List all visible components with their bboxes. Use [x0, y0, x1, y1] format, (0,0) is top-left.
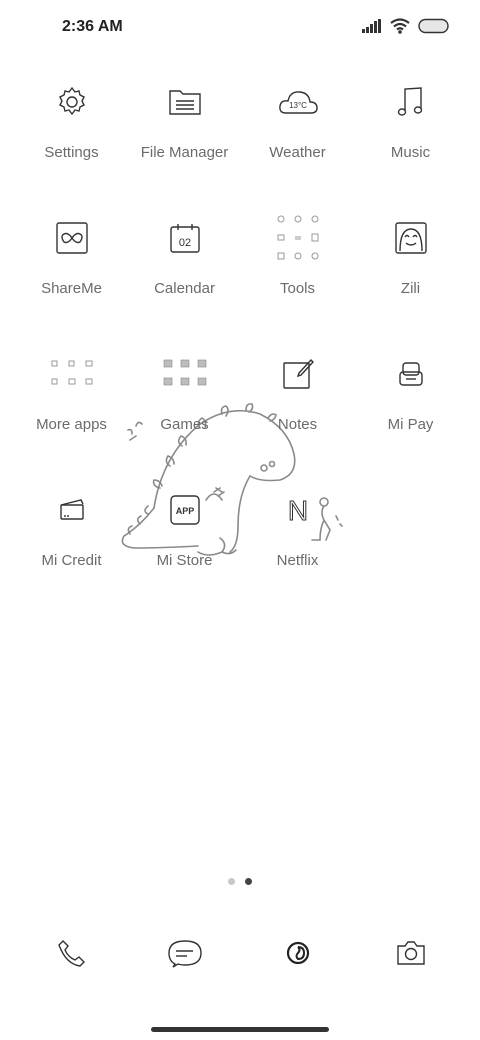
app-mi-pay[interactable]: Mi Pay [354, 344, 467, 480]
apps-folder-icon [42, 344, 102, 404]
credit-card-icon [42, 480, 102, 540]
app-notes[interactable]: Notes [241, 344, 354, 480]
music-note-icon [381, 72, 441, 132]
cloud-icon: 13°C [268, 72, 328, 132]
app-settings[interactable]: Settings [15, 72, 128, 208]
dock-browser[interactable] [241, 930, 354, 980]
page-dot-1[interactable] [228, 878, 235, 885]
app-label: File Manager [140, 144, 229, 161]
status-icons [362, 18, 450, 34]
app-tools[interactable]: Tools [241, 208, 354, 344]
infinity-icon [42, 208, 102, 268]
phone-icon [56, 937, 88, 974]
app-label: ShareMe [41, 280, 102, 297]
app-netflix[interactable]: N Netflix [241, 480, 354, 616]
dock [15, 930, 467, 980]
app-music[interactable]: Music [354, 72, 467, 208]
app-label: Netflix [276, 552, 319, 569]
netflix-letter: N [287, 495, 307, 526]
app-zili[interactable]: Zili [354, 208, 467, 344]
camera-icon [395, 938, 427, 973]
app-games[interactable]: Games [128, 344, 241, 480]
chat-bubble-icon [167, 937, 203, 974]
app-label: Mi Pay [387, 416, 434, 433]
app-label: Games [160, 416, 209, 433]
app-weather[interactable]: 13°C Weather [241, 72, 354, 208]
app-file-manager[interactable]: File Manager [128, 72, 241, 208]
app-label: Zili [400, 280, 421, 297]
app-more-apps[interactable]: More apps [15, 344, 128, 480]
app-label: Mi Credit [41, 552, 102, 569]
status-bar: 2:36 AM [0, 0, 480, 56]
app-grid: Settings File Manager 13°C Weather Music… [15, 72, 467, 616]
app-label: Music [390, 144, 431, 161]
home-indicator[interactable] [151, 1027, 329, 1032]
store-app-text: APP [175, 506, 194, 516]
calendar-icon: 02 [155, 208, 215, 268]
cellular-signal-icon [362, 19, 382, 33]
app-mi-store[interactable]: APP Mi Store [128, 480, 241, 616]
face-icon [381, 208, 441, 268]
wifi-icon [390, 18, 410, 34]
weather-temp: 13°C [289, 101, 307, 110]
netflix-n-icon: N [268, 480, 328, 540]
wallet-icon [381, 344, 441, 404]
status-time: 2:36 AM [62, 18, 123, 35]
app-label: Tools [279, 280, 316, 297]
games-folder-icon [155, 344, 215, 404]
app-mi-credit[interactable]: Mi Credit [15, 480, 128, 616]
dock-camera[interactable] [354, 930, 467, 980]
dock-messages[interactable] [128, 930, 241, 980]
app-label: Mi Store [156, 552, 213, 569]
app-label: Notes [277, 416, 318, 433]
note-pen-icon [268, 344, 328, 404]
app-label: More apps [36, 416, 107, 433]
app-label: Calendar [154, 280, 215, 297]
calendar-date: 02 [178, 237, 190, 249]
app-label: Settings [44, 144, 99, 161]
app-calendar[interactable]: 02 Calendar [128, 208, 241, 344]
app-shareme[interactable]: ShareMe [15, 208, 128, 344]
app-label: Weather [269, 144, 326, 161]
folder-icon [155, 72, 215, 132]
gear-icon [42, 72, 102, 132]
home-screen: 2:36 AM Settings File Manager 13°C Weath… [0, 0, 480, 1040]
battery-icon [418, 18, 450, 34]
browser-icon [283, 938, 313, 973]
dock-phone[interactable] [15, 930, 128, 980]
store-app-icon: APP [155, 480, 215, 540]
page-dot-2-active[interactable] [245, 878, 252, 885]
tools-folder-icon [268, 208, 328, 268]
page-indicator[interactable] [0, 878, 480, 885]
